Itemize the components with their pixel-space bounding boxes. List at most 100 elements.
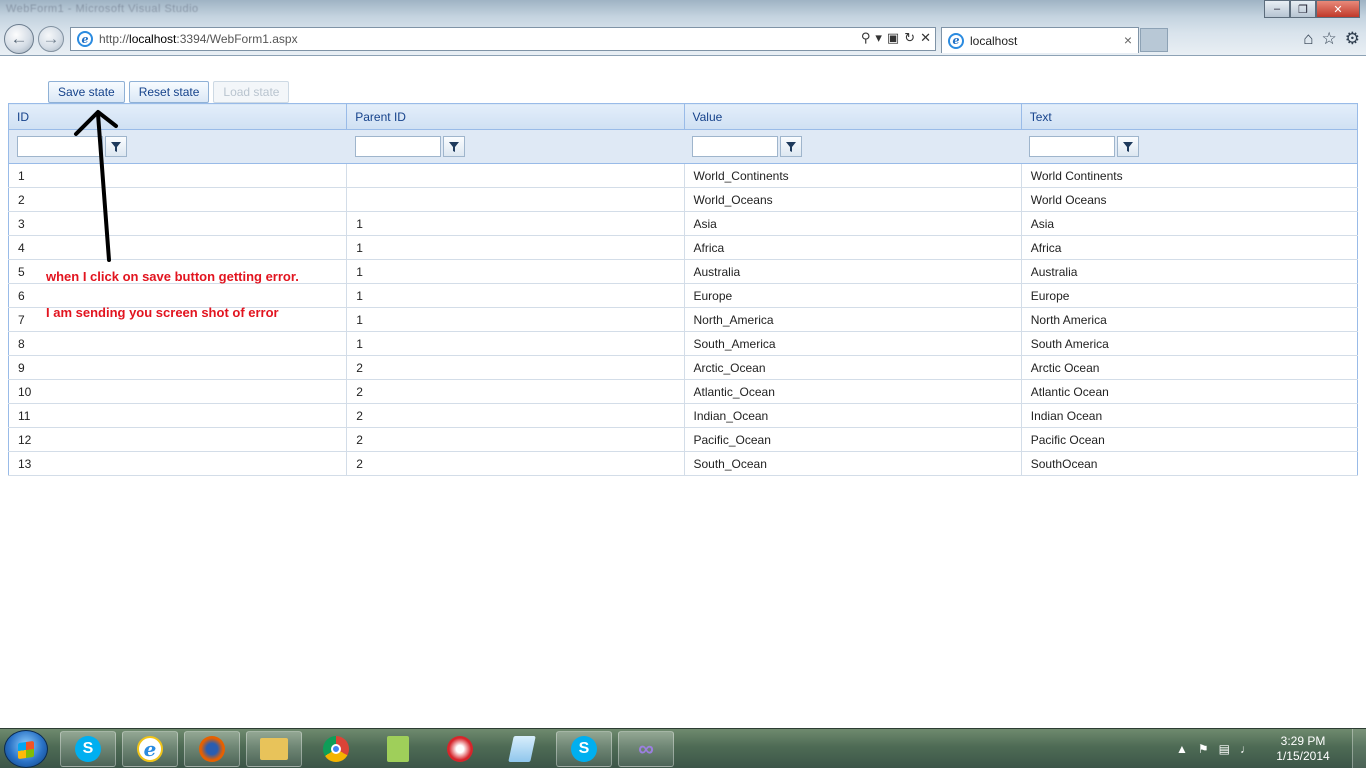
annotation-line-2: I am sending you screen shot of error: [46, 305, 279, 320]
show-desktop-button[interactable]: [1352, 729, 1366, 768]
internet-explorer-icon: e: [137, 736, 163, 762]
table-cell: SouthOcean: [1021, 451, 1358, 476]
network-icon[interactable]: ▤: [1219, 742, 1230, 756]
grid-filter-row: [8, 129, 1358, 164]
taskbar-chrome[interactable]: [308, 731, 364, 767]
column-header[interactable]: Text: [1021, 103, 1358, 130]
action-center-flag-icon[interactable]: ⚑: [1198, 742, 1209, 756]
url-prefix: http://: [99, 32, 130, 46]
table-cell: Pacific Ocean: [1021, 427, 1358, 452]
arrow-right-icon: →: [42, 29, 60, 48]
address-url[interactable]: http://localhost:3394/WebForm1.aspx: [99, 32, 298, 46]
stop-icon[interactable]: ✕: [920, 30, 931, 46]
annotation-arrow: [74, 110, 118, 262]
url-host: localhost: [129, 32, 177, 46]
table-cell: World_Continents: [684, 163, 1022, 188]
start-button[interactable]: [4, 730, 48, 768]
table-row[interactable]: 2 World_Oceans World Oceans: [8, 187, 1358, 212]
table-row[interactable]: 12 2 Pacific_Ocean Pacific Ocean: [8, 427, 1358, 452]
filter-button[interactable]: [1117, 136, 1140, 157]
load-state-button[interactable]: Load state: [213, 81, 290, 103]
table-row[interactable]: 6 1 Europe Europe: [8, 283, 1358, 308]
table-cell: 2: [346, 451, 685, 476]
filter-input[interactable]: [354, 136, 441, 157]
close-window-button[interactable]: ✕: [1316, 0, 1360, 18]
table-cell: South_America: [684, 331, 1022, 356]
table-row[interactable]: 3 1 Asia Asia: [8, 211, 1358, 236]
table-cell: 2: [346, 427, 685, 452]
favorites-star-icon[interactable]: ☆: [1322, 29, 1337, 49]
table-row[interactable]: 8 1 South_America South America: [8, 331, 1358, 356]
taskbar-ccleaner[interactable]: [432, 731, 488, 767]
taskbar-skype-2[interactable]: S: [556, 731, 612, 767]
table-cell: North_America: [684, 307, 1022, 332]
folder-icon: [260, 738, 288, 760]
page-content: Save state Reset state Load state ID Pare…: [0, 57, 1366, 728]
dropdown-icon[interactable]: ▾: [875, 30, 882, 46]
column-header[interactable]: Value: [684, 103, 1022, 130]
table-cell: 9: [8, 355, 348, 380]
table-cell: 2: [8, 187, 348, 212]
new-tab-button[interactable]: [1140, 28, 1168, 52]
table-cell: 11: [8, 403, 348, 428]
table-row[interactable]: 4 1 Africa Africa: [8, 235, 1358, 260]
annotation-line-1: when I click on save button getting erro…: [46, 269, 299, 284]
column-header[interactable]: Parent ID: [346, 103, 685, 130]
clock-time: 3:29 PM: [1280, 734, 1326, 748]
table-cell: 2: [346, 379, 685, 404]
reset-state-button[interactable]: Reset state: [128, 81, 210, 103]
filter-button[interactable]: [780, 136, 802, 157]
taskbar-firefox[interactable]: [184, 731, 240, 767]
table-cell: 1: [346, 283, 685, 308]
ie-page-icon: e: [77, 31, 93, 47]
filter-input[interactable]: [692, 136, 778, 157]
address-bar[interactable]: e http://localhost:3394/WebForm1.aspx ⚲ …: [70, 27, 936, 51]
table-cell: Europe: [684, 283, 1022, 308]
forward-button[interactable]: →: [38, 26, 64, 52]
table-row[interactable]: 9 2 Arctic_Ocean Arctic Ocean: [8, 355, 1358, 380]
table-cell: 3: [8, 211, 348, 236]
table-cell: Pacific_Ocean: [684, 427, 1022, 452]
filter-button[interactable]: [442, 136, 465, 157]
table-cell: 2: [346, 355, 685, 380]
taskbar-visual-studio[interactable]: ∞: [618, 731, 674, 767]
filter-funnel-icon: [786, 141, 796, 152]
table-cell: World Oceans: [1021, 187, 1358, 212]
notepad-plus-plus-icon: [387, 736, 409, 762]
table-row[interactable]: 1 World_Continents World Continents: [8, 163, 1358, 188]
table-cell: South_Ocean: [684, 451, 1022, 476]
filter-input[interactable]: [1029, 136, 1116, 157]
minimize-button[interactable]: –: [1264, 0, 1290, 18]
home-icon[interactable]: ⌂: [1303, 29, 1313, 49]
refresh-icon[interactable]: ↻: [904, 30, 915, 46]
skype-icon: S: [571, 736, 597, 762]
clock[interactable]: 3:29 PM 1/15/2014: [1274, 734, 1332, 764]
table-cell: Arctic_Ocean: [684, 355, 1022, 380]
table-cell: World_Oceans: [684, 187, 1022, 212]
taskbar-internet-explorer[interactable]: e: [122, 731, 178, 767]
column-header[interactable]: ID: [8, 103, 348, 130]
table-cell: South America: [1021, 331, 1358, 356]
table-row[interactable]: 13 2 South_Ocean SouthOcean: [8, 451, 1358, 476]
compatibility-view-icon[interactable]: ▣: [887, 30, 899, 46]
filter-cell: [684, 129, 1022, 164]
close-icon: ✕: [1333, 3, 1343, 16]
tab-localhost[interactable]: e localhost ×: [941, 27, 1139, 53]
taskbar-skype[interactable]: S: [60, 731, 116, 767]
maximize-button[interactable]: ❐: [1290, 0, 1316, 18]
table-cell: Africa: [684, 235, 1022, 260]
ccleaner-icon: [447, 736, 473, 762]
search-icon[interactable]: ⚲: [861, 30, 871, 46]
volume-muted-icon[interactable]: ♩: [1240, 742, 1252, 756]
browser-chrome: WebForm1 - Microsoft Visual Studio ← → e…: [0, 0, 1366, 56]
close-tab-icon[interactable]: ×: [1124, 32, 1132, 48]
table-row[interactable]: 11 2 Indian_Ocean Indian Ocean: [8, 403, 1358, 428]
filter-funnel-icon: [448, 141, 459, 152]
taskbar-notepad[interactable]: [494, 731, 550, 767]
back-button[interactable]: ←: [4, 24, 34, 54]
table-row[interactable]: 10 2 Atlantic_Ocean Atlantic Ocean: [8, 379, 1358, 404]
gear-icon[interactable]: ⚙: [1345, 29, 1360, 49]
taskbar-windows-explorer[interactable]: [246, 731, 302, 767]
taskbar-notepad-plus-plus[interactable]: [370, 731, 426, 767]
show-hidden-icons-icon[interactable]: ▲: [1176, 742, 1188, 756]
